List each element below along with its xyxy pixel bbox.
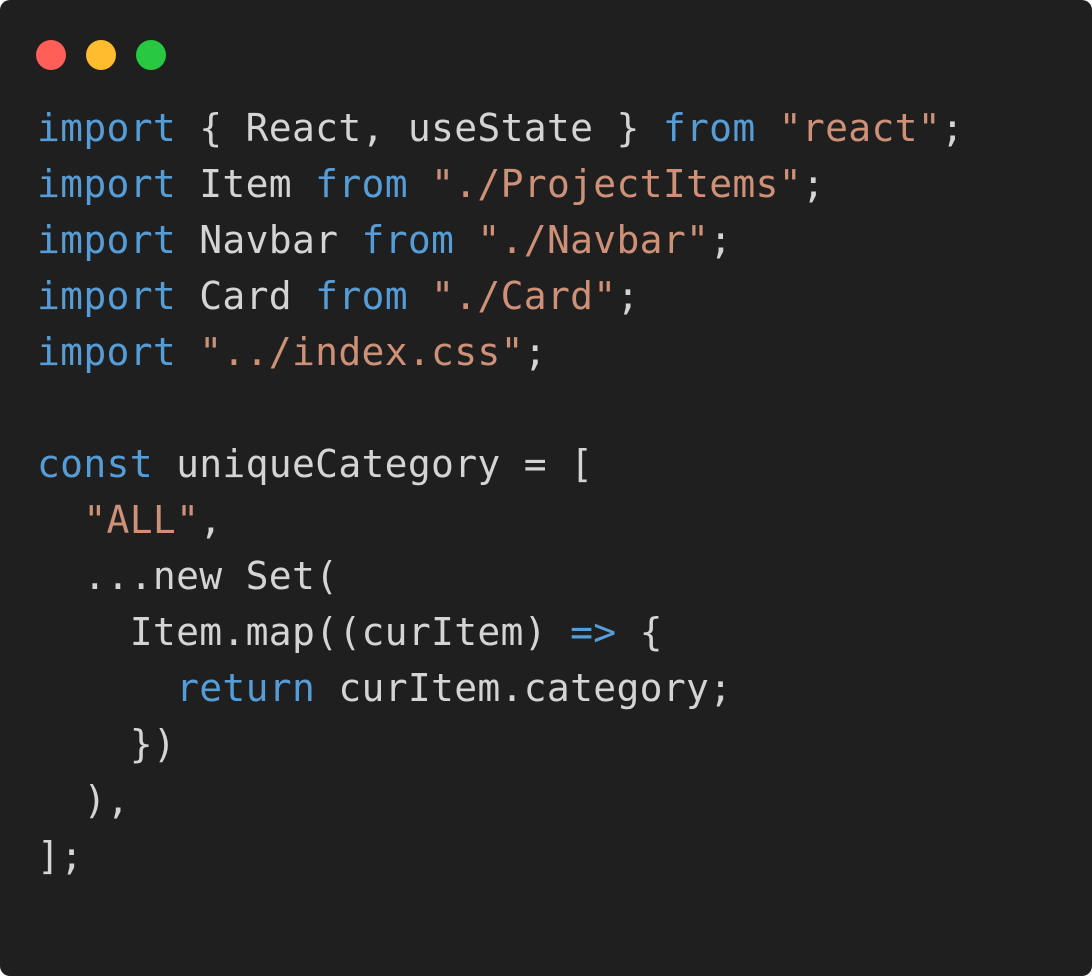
code-line: import "../index.css";: [37, 324, 964, 380]
code-line: import { React, useState } from "react";: [37, 100, 964, 156]
minimize-button[interactable]: [86, 40, 116, 70]
code-token-text: ;: [709, 218, 733, 262]
code-token-keyword: import: [37, 106, 177, 150]
code-token-keyword: import: [37, 274, 177, 318]
code-line: Item.map((curItem) => {: [37, 604, 964, 660]
code-token-keyword: from: [315, 162, 408, 206]
code-token-text: { React, useState }: [176, 106, 663, 150]
code-token-text: Card: [176, 274, 316, 318]
code-token-text: }): [37, 722, 177, 766]
code-token-string: "../index.css": [199, 330, 524, 374]
code-token-text: Item.map((curItem): [37, 610, 571, 654]
code-line: const uniqueCategory = [: [37, 436, 964, 492]
code-line: ];: [37, 828, 964, 884]
code-token-keyword: from: [662, 106, 756, 150]
code-token-string: "./Navbar": [477, 218, 710, 262]
code-token-string: "./ProjectItems": [431, 162, 802, 206]
code-token-keyword: const: [37, 442, 153, 486]
code-window: import { React, useState } from "react";…: [0, 0, 1092, 976]
code-token-text: ;: [523, 330, 547, 374]
code-token-text: ;: [801, 162, 826, 206]
code-block: import { React, useState } from "react";…: [37, 100, 964, 884]
code-token-string: "react": [778, 106, 941, 150]
code-token-text: ;: [940, 106, 965, 150]
code-line: ),: [37, 772, 964, 828]
code-token-keyword: return: [176, 666, 316, 710]
code-token-keyword: import: [37, 330, 177, 374]
code-token-keyword: =>: [570, 610, 617, 654]
code-token-string: "ALL": [83, 498, 200, 542]
code-token-text: uniqueCategory = [: [152, 442, 594, 486]
code-line: import Item from "./ProjectItems";: [37, 156, 964, 212]
code-token-keyword: from: [361, 218, 455, 262]
code-token-keyword: from: [315, 274, 408, 318]
code-token-keyword: import: [37, 162, 177, 206]
code-token-text: ),: [37, 778, 130, 822]
code-token-keyword: import: [37, 218, 177, 262]
code-token-text: ...new Set(: [37, 554, 339, 598]
code-line: import Navbar from "./Navbar";: [37, 212, 964, 268]
code-token-text: curItem.category;: [315, 666, 733, 710]
close-button[interactable]: [36, 40, 66, 70]
code-token-text: ];: [37, 834, 84, 878]
code-line: ...new Set(: [37, 548, 964, 604]
code-line: }): [37, 716, 964, 772]
zoom-button[interactable]: [136, 40, 166, 70]
code-token-string: "./Card": [431, 274, 617, 318]
code-line: "ALL",: [37, 492, 964, 548]
code-token-text: ;: [616, 274, 640, 318]
code-line: import Card from "./Card";: [37, 268, 964, 324]
code-token-text: ,: [199, 498, 223, 542]
code-token-text: Item: [176, 162, 316, 206]
code-line: return curItem.category;: [37, 660, 964, 716]
code-token-text: Navbar: [176, 218, 362, 262]
code-token-text: {: [616, 610, 663, 654]
